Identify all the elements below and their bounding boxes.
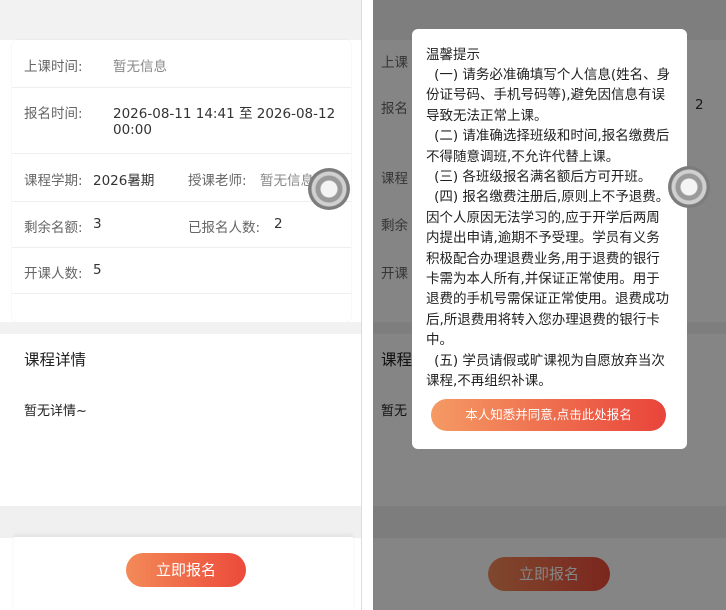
remaining-label: 剩余名额: xyxy=(24,220,83,236)
term-item: (四) 报名缴费注册后,原则上不予退费。因个人原因无法学习的,应于开学后两周内提… xyxy=(426,189,670,349)
assistive-touch-icon[interactable] xyxy=(668,166,710,208)
enroll-time-row: 报名时间: 2026-08-11 14:41 至 2026-08-12 00:0… xyxy=(12,88,351,154)
term-item: (一) 请务必准确填写个人信息(姓名、身份证号码、手机号码等),避免因信息有误导… xyxy=(426,67,671,124)
term-item: (三) 各班级报名满名额后方可开班。 xyxy=(434,169,652,186)
enroll-time-label: 报名时间: xyxy=(24,106,83,122)
remaining-value: 3 xyxy=(93,216,102,232)
class-time-value: 暂无信息 xyxy=(113,59,167,75)
term-value: 2026暑期 xyxy=(93,173,155,189)
course-detail-screen: 上课时间: 暂无信息 报名时间: 2026-08-11 14:41 至 2026… xyxy=(0,0,362,610)
enroll-time-value: 2026-08-11 14:41 至 2026-08-12 xyxy=(113,106,336,122)
modal-title: 温馨提示 xyxy=(426,47,480,63)
class-time-label: 上课时间: xyxy=(24,59,83,75)
details-text: 暂无详情~ xyxy=(24,404,87,419)
term-item: (五) 学员请假或旷课视为自愿放弃当次课程,不再组织补课。 xyxy=(426,352,665,390)
teacher-label: 授课老师: xyxy=(188,173,247,189)
enroll-time-value-end: 00:00 xyxy=(113,122,152,138)
apply-now-button[interactable]: 立即报名 xyxy=(126,553,246,587)
quota-row: 剩余名额: 3 已报名人数: 2 xyxy=(12,202,351,248)
min-open-label: 开课人数: xyxy=(24,266,83,282)
class-time-row: 上课时间: 暂无信息 xyxy=(12,40,351,88)
enrolled-value: 2 xyxy=(274,216,283,232)
notice-modal: 温馨提示 (一) 请务必准确填写个人信息(姓名、身份证号码、手机号码等),避免因… xyxy=(412,29,687,449)
bottom-gray-band xyxy=(0,506,361,538)
term-teacher-row: 课程学期: 2026暑期 授课老师: 暂无信息 xyxy=(12,154,351,202)
details-title: 课程详情 xyxy=(24,351,87,369)
enrolled-label: 已报名人数: xyxy=(188,220,261,236)
term-item: (二) 请准确选择班级和时间,报名缴费后不得随意调班,不允许代替上课。 xyxy=(426,128,670,165)
teacher-value: 暂无信息 xyxy=(260,173,314,189)
enroll-notice-screen: 上课 报名 2 课程 剩余 开课 课程 暂无 立即报名 温馨提示 (一) 请务必… xyxy=(373,0,726,610)
top-gray-band xyxy=(0,0,361,40)
section-divider xyxy=(0,322,361,334)
agree-and-enroll-button[interactable]: 本人知悉并同意,点击此处报名 xyxy=(431,399,666,431)
min-open-row: 开课人数: 5 xyxy=(12,248,351,294)
assistive-touch-icon[interactable] xyxy=(308,168,350,210)
min-open-value: 5 xyxy=(93,262,102,278)
term-label: 课程学期: xyxy=(24,173,83,189)
